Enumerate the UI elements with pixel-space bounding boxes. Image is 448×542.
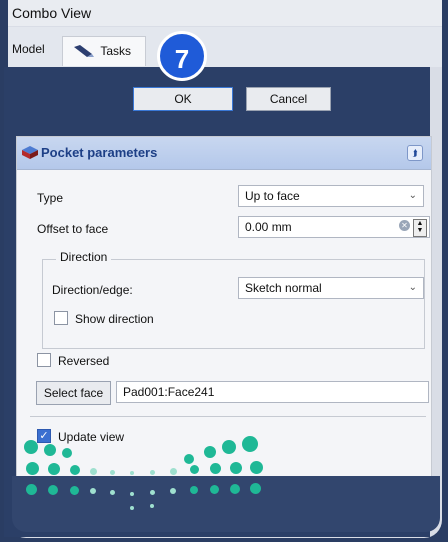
- tab-model[interactable]: Model: [12, 36, 45, 66]
- logo-dot: [90, 468, 97, 475]
- logo-dot: [26, 484, 37, 495]
- offset-label: Offset to face: [37, 222, 109, 236]
- chevron-down-icon: ⌄: [408, 282, 417, 293]
- reversed-checkbox[interactable]: [37, 353, 51, 367]
- logo-dot: [184, 454, 194, 464]
- logo-dot: [190, 465, 199, 474]
- logo-dot: [130, 471, 134, 475]
- step-number-badge: 7: [157, 31, 207, 81]
- logo-dot: [26, 462, 39, 475]
- logo-dot: [250, 461, 263, 474]
- tab-tasks-label: Tasks: [100, 43, 132, 58]
- direction-edge-value: Sketch normal: [245, 281, 322, 295]
- logo-dot: [48, 463, 60, 475]
- type-label: Type: [37, 191, 64, 205]
- direction-frame: [42, 259, 425, 349]
- window-title: Combo View: [8, 0, 442, 26]
- show-direction-label: Show direction: [75, 312, 154, 326]
- direction-edge-label: Direction/edge:: [52, 283, 133, 297]
- direction-group-title: Direction: [56, 250, 112, 264]
- type-value: Up to face: [245, 189, 300, 203]
- logo-dot: [70, 465, 80, 475]
- show-direction-checkbox[interactable]: [54, 311, 68, 325]
- logo-dot: [130, 506, 134, 510]
- logo-dot: [70, 486, 79, 495]
- logo-dot: [150, 470, 155, 475]
- logo-dot: [44, 444, 56, 456]
- logo-dot: [242, 436, 258, 452]
- logo-dot: [210, 485, 219, 494]
- logo-dot: [130, 492, 134, 496]
- logo-dot: [250, 483, 261, 494]
- direction-edge-dropdown[interactable]: Sketch normal ⌄: [238, 277, 424, 299]
- logo-dot: [230, 484, 240, 494]
- tasks-icon: [74, 44, 94, 57]
- pocket-parameters-header[interactable]: Pocket parameters ⮭: [17, 137, 431, 170]
- logo-dot: [90, 488, 96, 494]
- logo-dot: [170, 468, 177, 475]
- offset-value: 0.00 mm: [245, 220, 292, 234]
- pocket-parameters-title: Pocket parameters: [41, 145, 158, 160]
- chevron-down-icon: ⌄: [408, 190, 417, 201]
- select-face-button[interactable]: Select face: [36, 381, 111, 405]
- logo-dot: [190, 486, 198, 494]
- brand-dots-logo: [24, 432, 274, 522]
- reversed-label: Reversed: [58, 354, 110, 368]
- logo-dot: [150, 504, 154, 508]
- collapse-icon[interactable]: ⮭: [407, 145, 423, 161]
- logo-dot: [110, 470, 115, 475]
- logo-dot: [204, 446, 216, 458]
- face-reference-value: Pad001:Face241: [123, 385, 215, 399]
- ok-button[interactable]: OK: [133, 87, 233, 111]
- logo-dot: [62, 448, 72, 458]
- logo-dot: [210, 463, 221, 474]
- divider: [30, 416, 426, 417]
- logo-dot: [150, 490, 155, 495]
- logo-dot: [170, 488, 176, 494]
- tab-tasks[interactable]: Tasks: [62, 36, 146, 66]
- tab-model-label: Model: [12, 42, 45, 56]
- clear-icon[interactable]: ✕: [399, 220, 410, 231]
- logo-dot: [48, 485, 58, 495]
- pocket-cube-icon: [22, 146, 38, 159]
- offset-spinbox[interactable]: 0.00 mm ✕ ▲ ▼: [238, 216, 430, 238]
- spin-arrows-icon[interactable]: ▲ ▼: [413, 219, 427, 237]
- logo-dot: [222, 440, 236, 454]
- type-dropdown[interactable]: Up to face ⌄: [238, 185, 424, 207]
- logo-dot: [110, 490, 115, 495]
- logo-dot: [24, 440, 38, 454]
- logo-dot: [230, 462, 242, 474]
- cancel-button[interactable]: Cancel: [246, 87, 331, 111]
- face-reference-field[interactable]: Pad001:Face241: [116, 381, 429, 403]
